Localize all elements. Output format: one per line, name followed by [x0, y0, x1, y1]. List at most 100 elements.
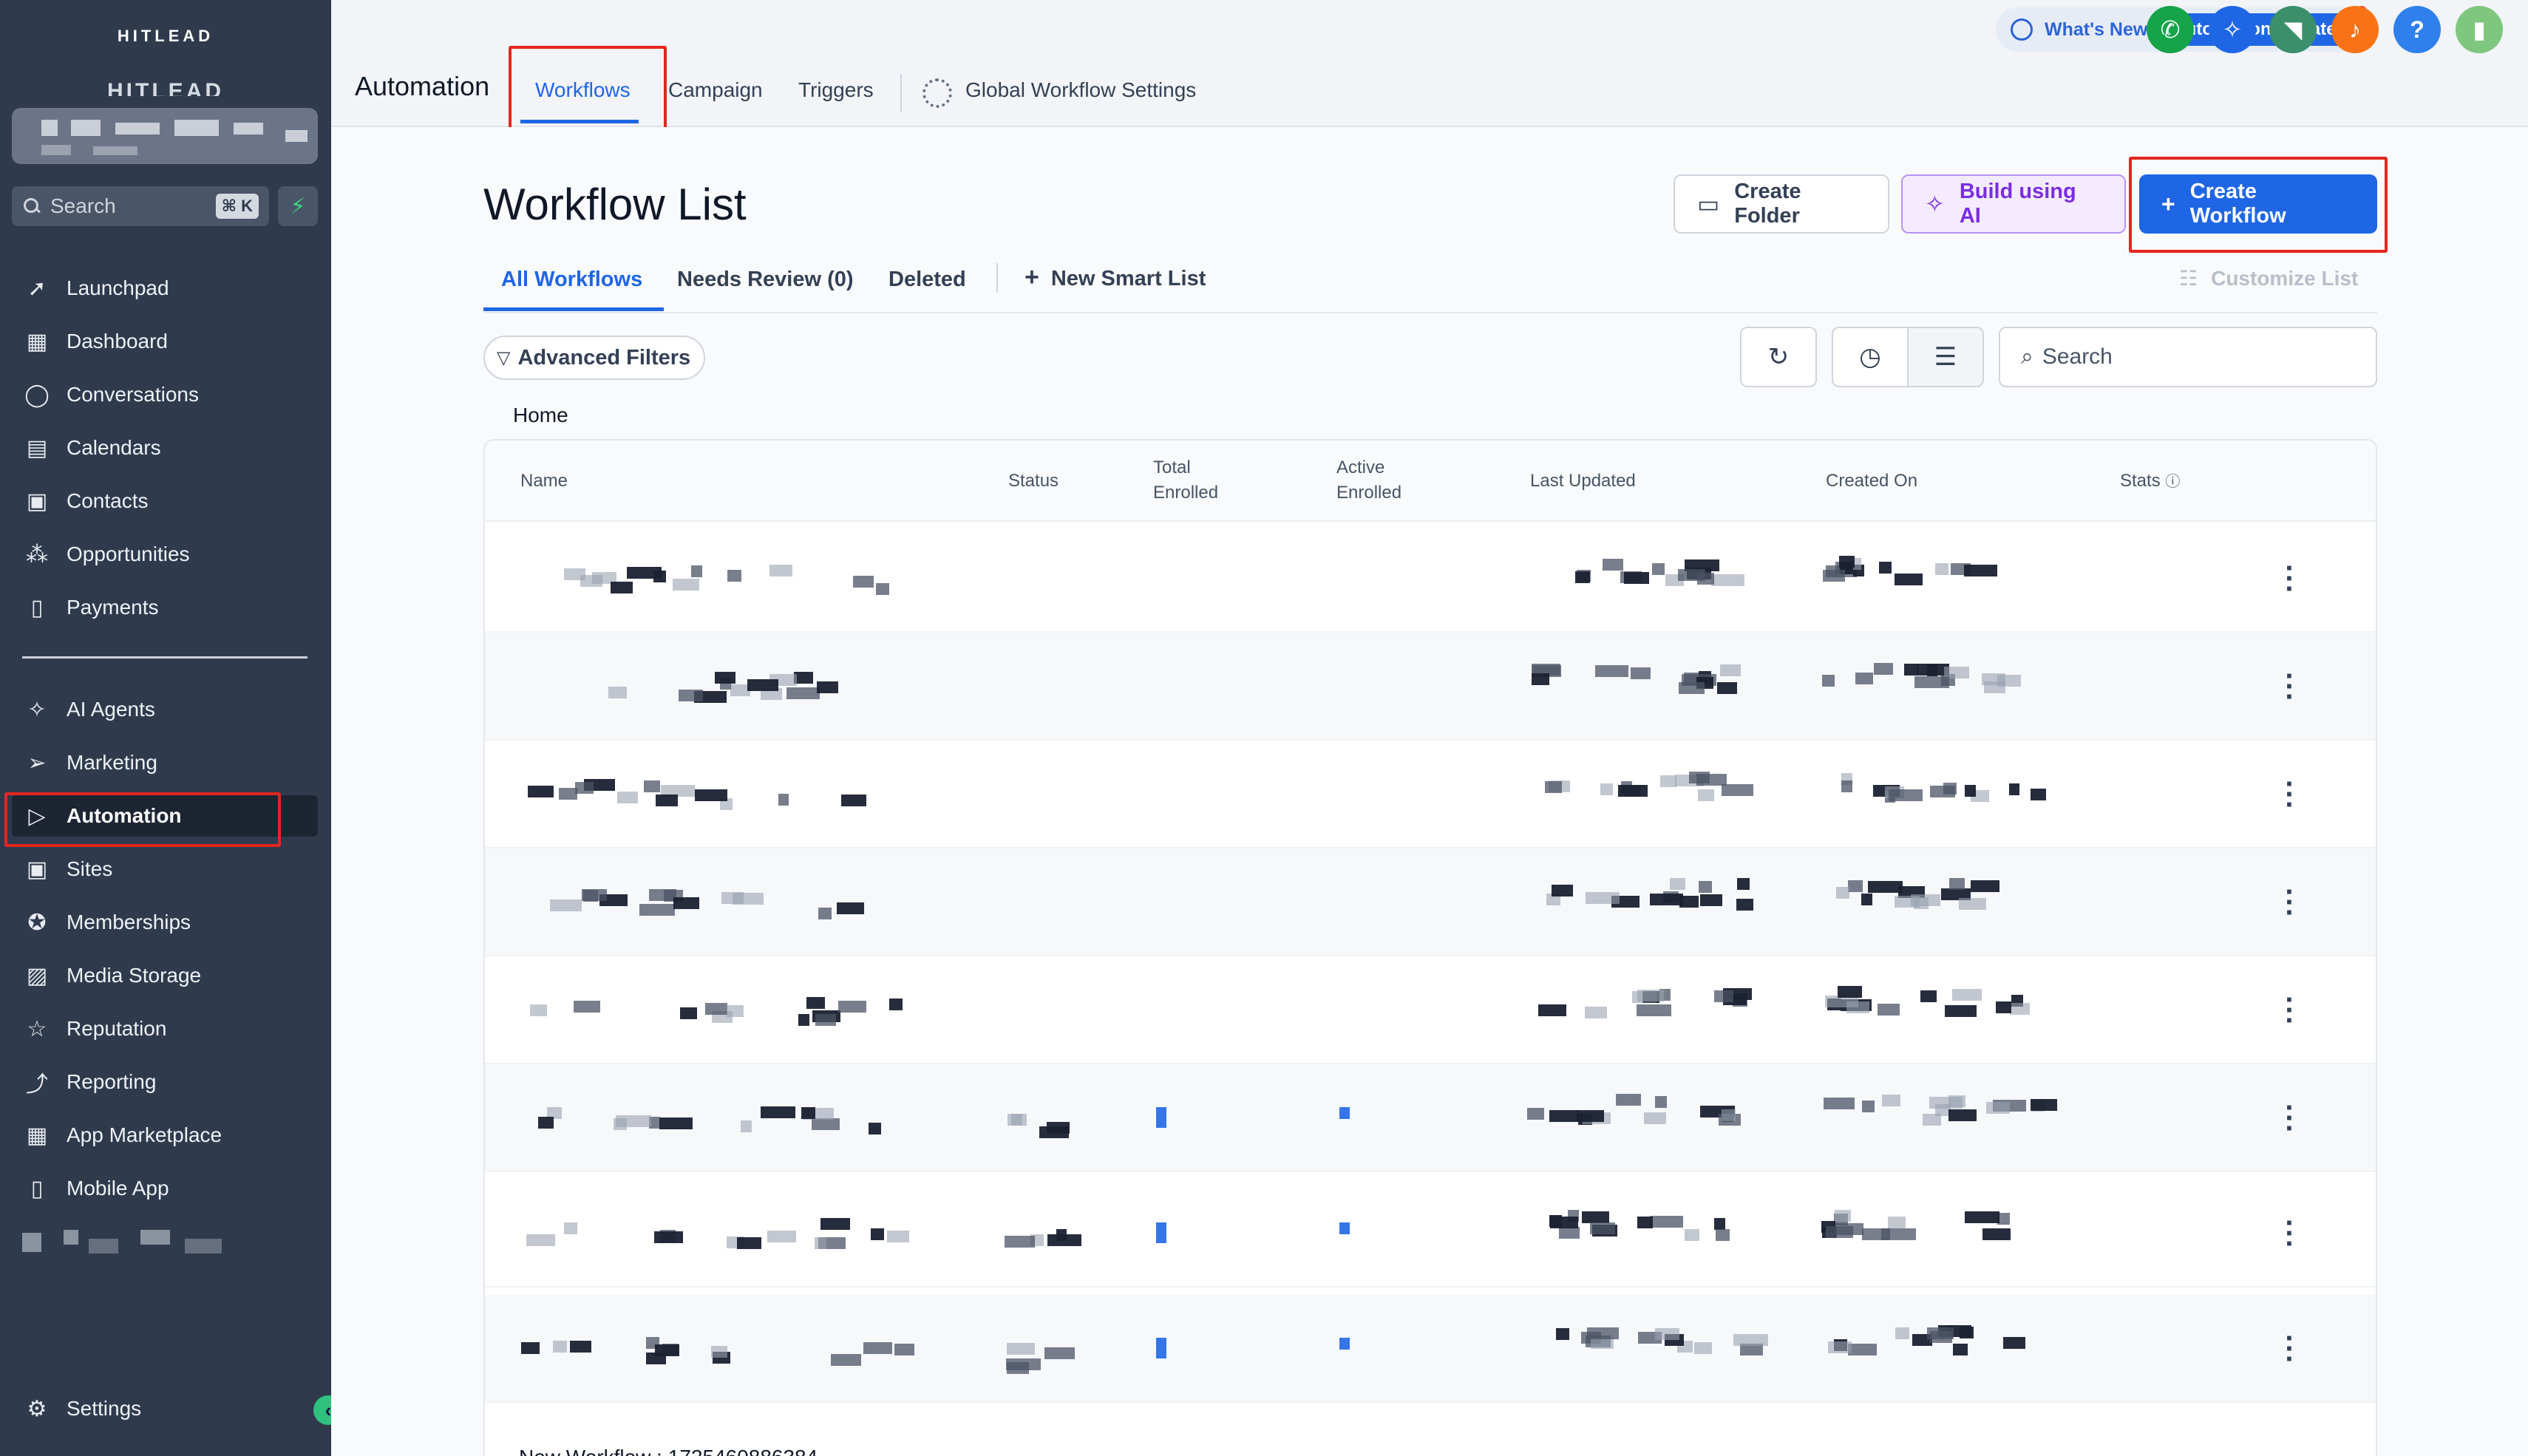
redacted-text — [1920, 990, 1937, 1003]
apps-icon: ▦ — [26, 1123, 48, 1148]
row-menu-icon[interactable]: · · · — [2283, 554, 2297, 604]
advanced-filters-button[interactable]: ▽ Advanced Filters — [483, 336, 705, 380]
avatar[interactable]: ▮ — [2456, 6, 2503, 53]
table-row[interactable]: · · · — [485, 1295, 2376, 1403]
redacted-text — [1862, 1100, 1875, 1112]
page-title: Automation — [355, 71, 490, 101]
table-row[interactable]: · · · — [485, 848, 2376, 956]
table-row[interactable]: · · · — [485, 1064, 2376, 1172]
row-menu-icon[interactable]: · · · — [2283, 1324, 2297, 1374]
redacted-text — [1700, 894, 1723, 907]
row-menu-icon[interactable]: · · · — [2283, 1208, 2297, 1259]
sidebar-item-app-marketplace[interactable]: ▦ App Marketplace — [12, 1115, 318, 1156]
module-tabs: Automation Workflows Campaign Triggers G… — [331, 46, 2528, 146]
row-menu-icon[interactable]: · · · — [2283, 661, 2297, 712]
account-switcher[interactable] — [12, 108, 318, 164]
sidebar-item-mobile-app[interactable]: ▯ Mobile App — [12, 1168, 318, 1209]
list-view-icon[interactable]: ☰ — [1907, 327, 1984, 387]
bell-icon[interactable]: ♪ — [2331, 6, 2379, 53]
sidebar-item-memberships[interactable]: ✪ Memberships — [12, 902, 318, 943]
redacted-text — [1586, 891, 1620, 904]
sidebar-item-contacts[interactable]: ▣ Contacts — [12, 480, 318, 522]
redacted-text — [643, 780, 661, 792]
table-row[interactable]: · · · — [485, 741, 2376, 848]
tab-campaign[interactable]: Campaign — [668, 78, 763, 102]
redacted-text — [1004, 1236, 1035, 1248]
subtab-needs-review[interactable]: Needs Review (0) — [677, 268, 854, 292]
redacted-text — [1650, 894, 1683, 906]
redacted-text — [1684, 1229, 1700, 1242]
phone-icon[interactable]: ✆ — [2147, 6, 2194, 53]
workflow-search-input[interactable]: ⌕ Search — [1999, 327, 2377, 387]
row-menu-icon[interactable]: · · · — [2283, 985, 2297, 1035]
sidebar-item-reputation[interactable]: ☆ Reputation — [12, 1008, 318, 1050]
redacted-text — [1644, 1112, 1666, 1124]
redacted-text — [1894, 574, 1923, 586]
sidebar-item-reporting[interactable]: ⤴ Reporting — [12, 1061, 318, 1103]
table-row[interactable]: · · · — [485, 956, 2376, 1064]
redacted-text — [527, 785, 554, 797]
redacted-text — [863, 1341, 893, 1354]
sidebar-item-redacted[interactable] — [22, 1225, 229, 1256]
clock-icon[interactable]: ◷ — [1832, 327, 1909, 387]
redacted-text — [673, 897, 700, 910]
create-folder-button[interactable]: ▭ Create Folder — [1674, 174, 1889, 234]
col-status[interactable]: Status — [1008, 469, 1059, 494]
help-icon[interactable]: ? — [2393, 6, 2441, 53]
sidebar-item-dashboard[interactable]: ▦ Dashboard — [12, 321, 318, 362]
redacted-text — [1855, 672, 1874, 684]
sidebar-item-marketing[interactable]: ➢ Marketing — [12, 742, 318, 783]
table-row-partial[interactable]: New Workflow : 1725460886384 — [519, 1446, 818, 1456]
table-row[interactable]: · · · — [485, 1180, 2376, 1287]
sidebar-item-opportunities[interactable]: ⁂ Opportunities — [12, 534, 318, 575]
sidebar-item-media-storage[interactable]: ▨ Media Storage — [12, 955, 318, 996]
announcement-icon[interactable]: ◥ — [2269, 6, 2317, 53]
table-row[interactable]: · · · — [485, 525, 2376, 633]
sparkle-icon: ✧ — [1925, 191, 1945, 217]
breadcrumb[interactable]: Home — [513, 404, 568, 427]
enrolled-count-redacted — [1156, 1338, 1166, 1358]
customize-list-button[interactable]: ☷ Customize List — [2179, 266, 2358, 290]
history-icon[interactable]: ↻ — [1740, 327, 1817, 387]
whats-new-link[interactable]: What's New — [2045, 19, 2147, 41]
build-using-ai-button[interactable]: ✧ Build using AI — [1901, 174, 2126, 234]
quick-action-bolt-icon[interactable]: ⚡ — [278, 186, 318, 226]
redacted-text — [1822, 675, 1835, 687]
redacted-text — [812, 1118, 840, 1131]
redacted-text — [1654, 1095, 1667, 1108]
row-menu-icon[interactable]: · · · — [2283, 1093, 2297, 1143]
sidebar-item-calendars[interactable]: ▤ Calendars — [12, 427, 318, 469]
subtab-all-workflows[interactable]: All Workflows — [501, 268, 642, 292]
new-smart-list-button[interactable]: + New Smart List — [1025, 263, 1206, 292]
redacted-text — [521, 1341, 540, 1354]
sidebar-item-ai-agents[interactable]: ✧ AI Agents — [12, 689, 318, 730]
ai-sparkle-icon[interactable]: ✧ — [2209, 6, 2256, 53]
sidebar-item-launchpad[interactable]: ➚ Launchpad — [12, 268, 318, 309]
redacted-text — [1895, 1327, 1909, 1340]
tab-global-workflow-settings[interactable]: Global Workflow Settings — [965, 78, 1196, 102]
enrolled-count-redacted — [1156, 1222, 1166, 1243]
workflow-table: Name Status Total Enrolled Active Enroll… — [483, 439, 2377, 1456]
sidebar-item-sites[interactable]: ▣ Sites — [12, 848, 318, 890]
redacted-text — [672, 579, 699, 591]
redacted-text — [1624, 572, 1650, 585]
redacted-text — [1046, 1121, 1070, 1134]
search-icon — [22, 197, 41, 216]
sidebar-item-payments[interactable]: ▯ Payments — [12, 587, 318, 628]
main-content: Workflow List ▭ Create Folder ✧ Build usin… — [331, 127, 2528, 1456]
col-last-updated[interactable]: Last Updated — [1530, 469, 1636, 494]
tab-triggers[interactable]: Triggers — [798, 78, 874, 102]
col-name[interactable]: Name — [520, 469, 568, 494]
sidebar-item-conversations[interactable]: ◯ Conversations — [12, 374, 318, 415]
row-menu-icon[interactable]: · · · — [2283, 769, 2297, 820]
row-menu-icon[interactable]: · · · — [2283, 877, 2297, 928]
search-icon: ⌕ — [2021, 344, 2033, 369]
whats-new-icon — [2011, 18, 2033, 41]
sidebar-search[interactable]: Search ⌘ K — [12, 186, 269, 226]
redacted-text — [2009, 1003, 2030, 1016]
table-row[interactable]: · · · — [485, 633, 2376, 741]
col-created-on[interactable]: Created On — [1826, 469, 1917, 494]
sidebar-item-settings[interactable]: ⚙ Settings — [12, 1388, 318, 1429]
subtab-deleted[interactable]: Deleted — [888, 268, 966, 292]
redacted-text — [1922, 1113, 1941, 1126]
